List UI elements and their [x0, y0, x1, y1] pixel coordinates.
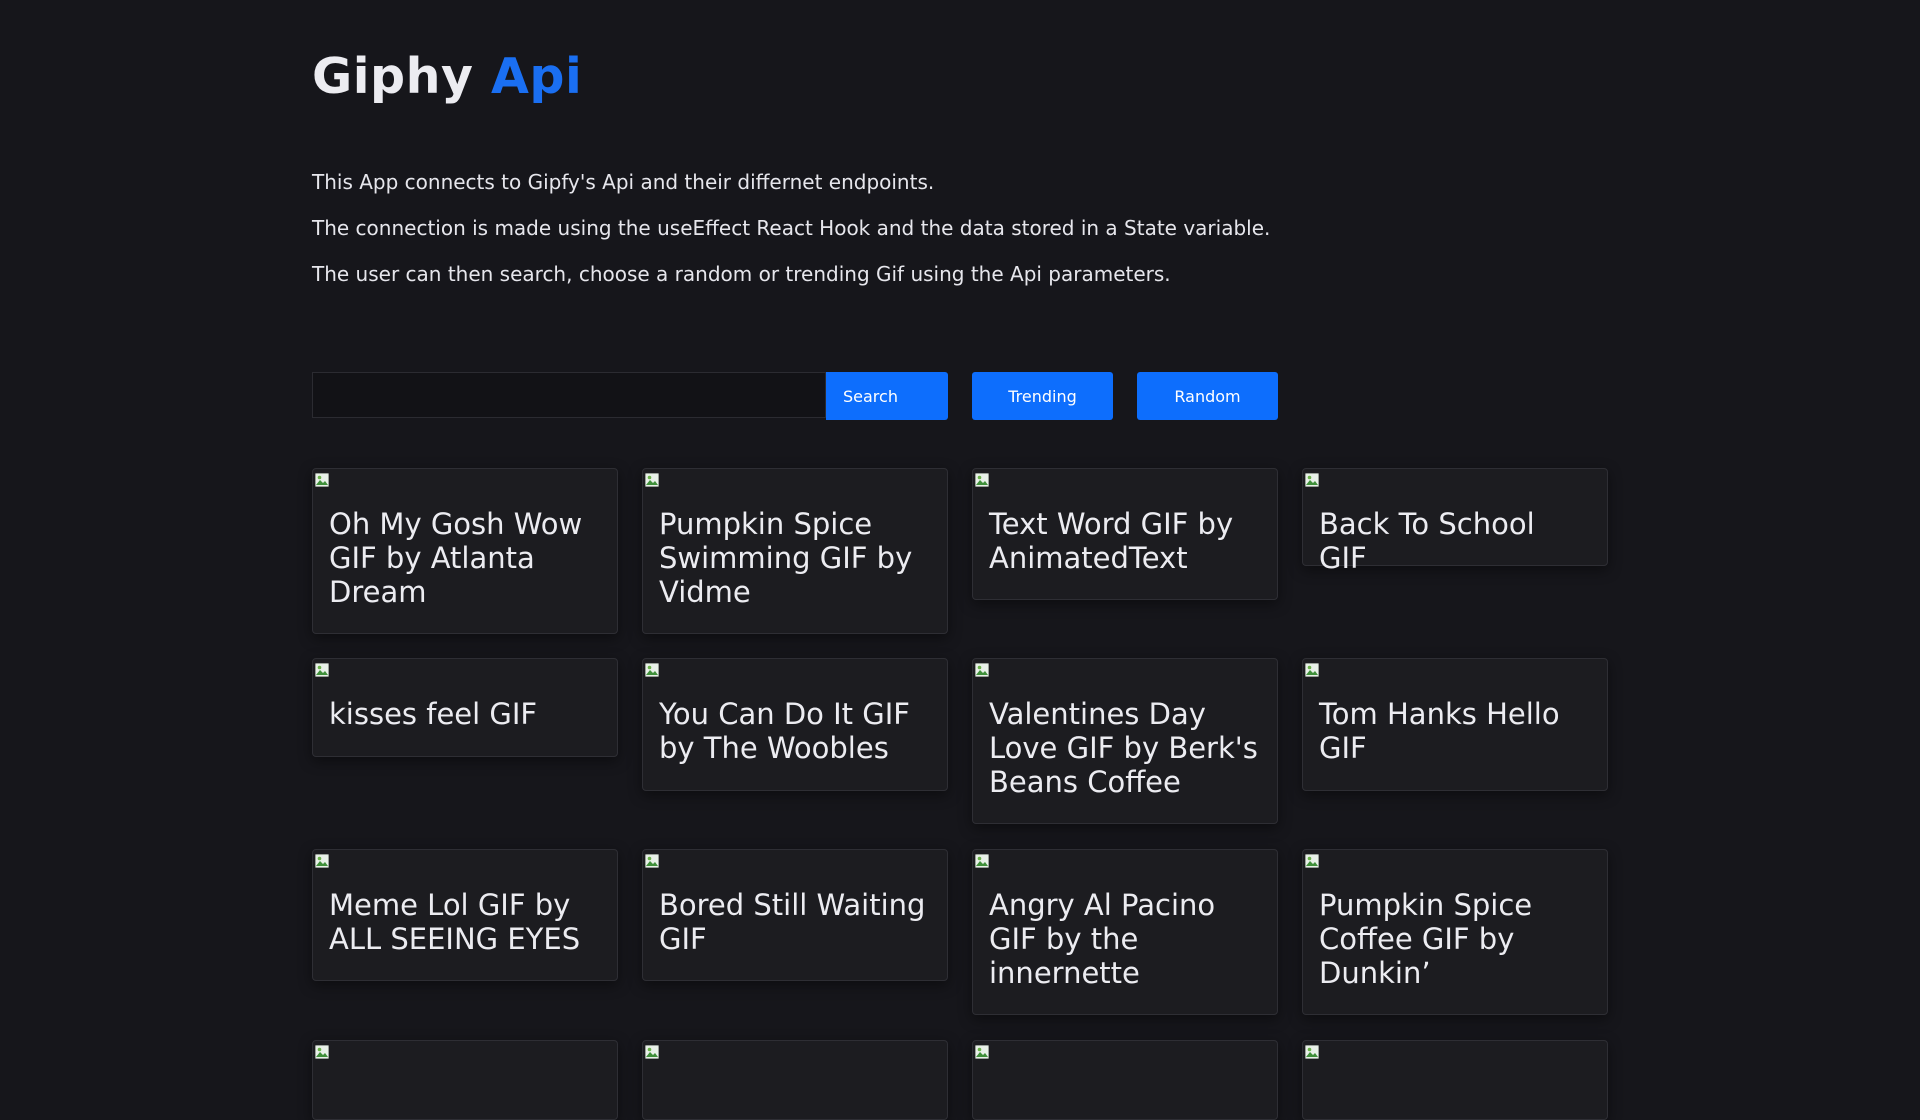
- gif-card[interactable]: Meme Lol GIF by ALL SEEING EYES: [312, 849, 618, 981]
- gif-card[interactable]: Angry Al Pacino GIF by the innernette: [972, 849, 1278, 1015]
- gif-title: [643, 1041, 947, 1103]
- page-title-accent: Api: [490, 48, 583, 105]
- gif-title: [973, 1041, 1277, 1103]
- gif-title: Text Word GIF by AnimatedText: [989, 507, 1234, 575]
- gif-card[interactable]: Valentines Day Love GIF by Berk's Beans …: [972, 658, 1278, 824]
- gif-title: Back To School GIF: [1319, 507, 1535, 575]
- gif-title: [1303, 1041, 1607, 1103]
- broken-image-icon: [975, 473, 989, 487]
- intro-paragraph: The user can then search, choose a rando…: [312, 262, 1171, 286]
- broken-image-icon: [645, 854, 659, 868]
- gif-card[interactable]: Back To School GIF: [1302, 468, 1608, 575]
- gif-card[interactable]: kisses feel GIF: [312, 658, 618, 757]
- page-title-main: Giphy: [312, 48, 474, 105]
- gif-card[interactable]: [312, 1040, 618, 1120]
- intro-text: This App connects to Gipfy's Api and the…: [312, 170, 1312, 308]
- gif-card[interactable]: Text Word GIF by AnimatedText: [972, 468, 1278, 600]
- gif-card[interactable]: You Can Do It GIF by The Woobles: [642, 658, 948, 791]
- gif-card[interactable]: [642, 1040, 948, 1120]
- gif-title: Tom Hanks Hello GIF: [1319, 697, 1560, 765]
- broken-image-icon: [1305, 473, 1319, 487]
- gif-card[interactable]: Pumpkin Spice Swimming GIF by Vidme: [642, 468, 948, 634]
- gif-title: [313, 1041, 617, 1103]
- gif-title: Oh My Gosh Wow GIF by Atlanta Dream: [329, 507, 583, 609]
- gif-card[interactable]: Tom Hanks Hello GIF: [1302, 658, 1608, 791]
- broken-image-icon: [315, 1045, 329, 1059]
- intro-paragraph: This App connects to Gipfy's Api and the…: [312, 170, 935, 194]
- search-input[interactable]: [312, 372, 826, 418]
- random-button[interactable]: Random: [1137, 372, 1278, 420]
- gif-title: Meme Lol GIF by ALL SEEING EYES: [329, 888, 581, 956]
- intro-paragraph: The connection is made using the useEffe…: [312, 216, 1271, 240]
- broken-image-icon: [975, 663, 989, 677]
- broken-image-icon: [975, 854, 989, 868]
- broken-image-icon: [1305, 854, 1319, 868]
- trending-button[interactable]: Trending: [972, 372, 1113, 420]
- broken-image-icon: [645, 473, 659, 487]
- broken-image-icon: [975, 1045, 989, 1059]
- broken-image-icon: [315, 663, 329, 677]
- broken-image-icon: [645, 1045, 659, 1059]
- gif-card[interactable]: Pumpkin Spice Coffee GIF by Dunkin’: [1302, 849, 1608, 1015]
- broken-image-icon: [315, 473, 329, 487]
- broken-image-icon: [1305, 1045, 1319, 1059]
- gif-title: You Can Do It GIF by The Woobles: [659, 697, 910, 765]
- search-controls: Search Trending Random: [312, 372, 1312, 420]
- gif-title: Valentines Day Love GIF by Berk's Beans …: [989, 697, 1258, 799]
- page-title: Giphy Api: [312, 48, 582, 105]
- broken-image-icon: [315, 854, 329, 868]
- gif-card[interactable]: Oh My Gosh Wow GIF by Atlanta Dream: [312, 468, 618, 634]
- gif-title: Angry Al Pacino GIF by the innernette: [989, 888, 1216, 990]
- gif-title: kisses feel GIF: [329, 697, 538, 731]
- search-button[interactable]: Search: [826, 372, 948, 420]
- broken-image-icon: [1305, 663, 1319, 677]
- gif-card[interactable]: [972, 1040, 1278, 1120]
- gif-card[interactable]: Bored Still Waiting GIF: [642, 849, 948, 981]
- broken-image-icon: [645, 663, 659, 677]
- gif-card[interactable]: [1302, 1040, 1608, 1120]
- gif-title: Bored Still Waiting GIF: [659, 888, 926, 956]
- gif-title: Pumpkin Spice Swimming GIF by Vidme: [659, 507, 913, 609]
- gif-title: Pumpkin Spice Coffee GIF by Dunkin’: [1319, 888, 1533, 990]
